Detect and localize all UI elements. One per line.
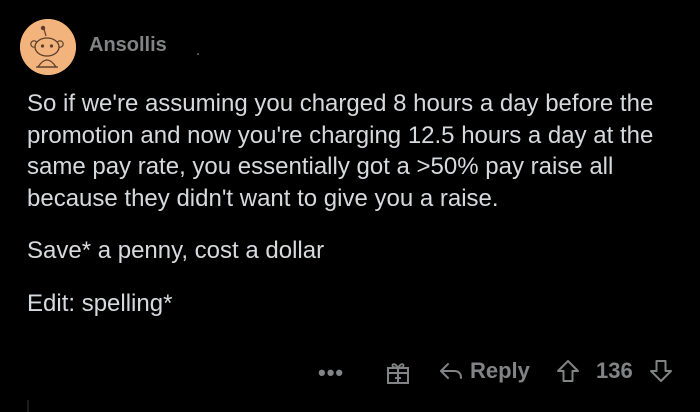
vote-score: 136 [596, 358, 633, 384]
reply-button[interactable]: Reply [438, 358, 530, 384]
score-value: 136 [596, 358, 633, 383]
comment-paragraph: Save* a penny, cost a dollar [27, 237, 325, 264]
gift-icon [387, 363, 409, 384]
upvote-button[interactable] [555, 358, 581, 384]
comment-body: So if we're assuming you charged 8 hours… [27, 88, 677, 319]
upvote-arrow-icon [557, 360, 579, 382]
avatar[interactable] [20, 19, 76, 75]
comment-paragraph: Edit: spelling* [27, 289, 173, 317]
comment-header: Ansollis [20, 18, 199, 76]
more-options-button[interactable]: ••• [318, 360, 344, 386]
reply-label: Reply [470, 358, 530, 383]
reply-arrow-icon [440, 363, 462, 379]
downvote-arrow-icon [650, 360, 672, 382]
more-icon: ••• [318, 360, 345, 385]
username[interactable]: Ansollis [89, 34, 167, 57]
separator-dot [196, 53, 199, 55]
comment-paragraph: So if we're assuming you charged 8 hours… [27, 90, 654, 212]
downvote-button[interactable] [648, 358, 674, 384]
award-button[interactable] [385, 360, 411, 386]
thread-line [27, 400, 29, 412]
snoo-avatar-icon [20, 19, 76, 75]
comment-actions: ••• Reply 136 [0, 352, 700, 392]
